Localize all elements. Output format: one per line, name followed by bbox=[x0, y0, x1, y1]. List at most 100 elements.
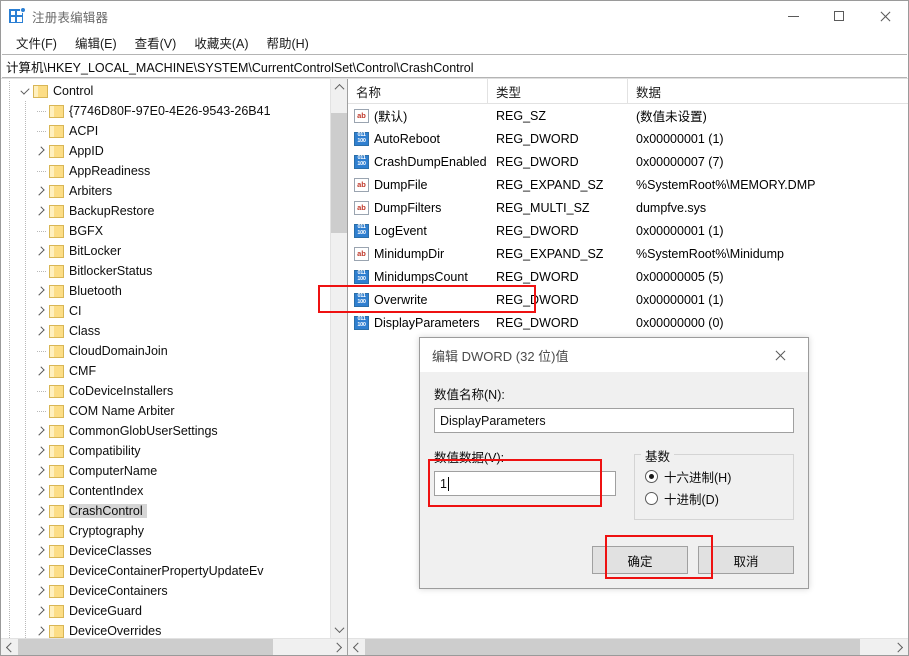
address-path[interactable]: 计算机\HKEY_LOCAL_MACHINE\SYSTEM\CurrentCon… bbox=[2, 57, 474, 76]
table-row[interactable]: abDumpFiltersREG_MULTI_SZdumpfve.sys bbox=[348, 196, 908, 219]
chevron-right-icon[interactable] bbox=[33, 441, 49, 461]
table-row[interactable]: abDumpFileREG_EXPAND_SZ%SystemRoot%\MEMO… bbox=[348, 173, 908, 196]
radio-decimal[interactable]: 十进制(D) bbox=[645, 487, 783, 509]
tree-horizontal-scrollbar[interactable] bbox=[1, 638, 347, 655]
tree-scroll-thumb[interactable] bbox=[331, 113, 347, 233]
chevron-right-icon[interactable] bbox=[33, 501, 49, 521]
chevron-right-icon[interactable] bbox=[33, 141, 49, 161]
dialog-close-icon[interactable] bbox=[764, 338, 808, 372]
value-name-cell: 011100AutoReboot bbox=[348, 132, 488, 146]
tree-item-deviceclasses[interactable]: DeviceClasses bbox=[1, 541, 330, 561]
chevron-right-icon[interactable] bbox=[33, 481, 49, 501]
values-scroll-left-button[interactable] bbox=[348, 639, 365, 655]
values-hscroll-thumb[interactable] bbox=[365, 639, 860, 655]
column-header-type[interactable]: 类型 bbox=[488, 79, 628, 103]
tree-item-bitlockerstatus[interactable]: BitlockerStatus bbox=[1, 261, 330, 281]
tree-item-clouddomainjoin[interactable]: CloudDomainJoin bbox=[1, 341, 330, 361]
tree-item-compatibility[interactable]: Compatibility bbox=[1, 441, 330, 461]
tree-indent bbox=[17, 541, 33, 561]
chevron-right-icon[interactable] bbox=[33, 421, 49, 441]
tree-item-arbiters[interactable]: Arbiters bbox=[1, 181, 330, 201]
tree-hscroll-thumb[interactable] bbox=[18, 639, 273, 655]
chevron-right-icon[interactable] bbox=[33, 241, 49, 261]
chevron-right-icon[interactable] bbox=[33, 201, 49, 221]
chevron-right-icon[interactable] bbox=[33, 281, 49, 301]
column-header-name[interactable]: 名称 bbox=[348, 79, 488, 103]
tree-indent bbox=[1, 441, 17, 461]
tree-item-appid[interactable]: AppID bbox=[1, 141, 330, 161]
maximize-button[interactable] bbox=[816, 1, 862, 31]
tree-vertical-scrollbar[interactable] bbox=[330, 79, 347, 638]
table-row[interactable]: 011100AutoRebootREG_DWORD0x00000001 (1) bbox=[348, 127, 908, 150]
chevron-right-icon[interactable] bbox=[33, 601, 49, 621]
chevron-right-icon[interactable] bbox=[33, 361, 49, 381]
values-horizontal-scrollbar[interactable] bbox=[348, 638, 908, 655]
chevron-right-icon[interactable] bbox=[33, 621, 49, 638]
cancel-button[interactable]: 取消 bbox=[698, 546, 794, 574]
tree-scroll-left-button[interactable] bbox=[1, 639, 18, 655]
tree-item-acpi[interactable]: ACPI bbox=[1, 121, 330, 141]
tree-item-bluetooth[interactable]: Bluetooth bbox=[1, 281, 330, 301]
tree-item-control[interactable]: Control bbox=[1, 81, 330, 101]
chevron-right-icon[interactable] bbox=[33, 181, 49, 201]
tree-item-devicecontainers[interactable]: DeviceContainers bbox=[1, 581, 330, 601]
tree-item-cmf[interactable]: CMF bbox=[1, 361, 330, 381]
table-row[interactable]: 011100LogEventREG_DWORD0x00000001 (1) bbox=[348, 219, 908, 242]
table-row[interactable]: 011100MinidumpsCountREG_DWORD0x00000005 … bbox=[348, 265, 908, 288]
key-tree[interactable]: Control{7746D80F-97E0-4E26-9543-26B41ACP… bbox=[1, 79, 330, 638]
menu-view[interactable]: 查看(V) bbox=[126, 31, 186, 54]
tree-item-bitlocker[interactable]: BitLocker bbox=[1, 241, 330, 261]
tree-item-com-name-arbiter[interactable]: COM Name Arbiter bbox=[1, 401, 330, 421]
table-row[interactable]: abMinidumpDirREG_EXPAND_SZ%SystemRoot%\M… bbox=[348, 242, 908, 265]
table-row[interactable]: 011100DisplayParametersREG_DWORD0x000000… bbox=[348, 311, 908, 334]
minimize-button[interactable] bbox=[770, 1, 816, 31]
table-row[interactable]: ab(默认)REG_SZ(数值未设置) bbox=[348, 104, 908, 127]
tree-item-cryptography[interactable]: Cryptography bbox=[1, 521, 330, 541]
value-data-input[interactable]: 1 bbox=[434, 471, 616, 496]
tree-item-ci[interactable]: CI bbox=[1, 301, 330, 321]
tree-item-codeviceinstallers[interactable]: CoDeviceInstallers bbox=[1, 381, 330, 401]
tree-indent bbox=[17, 101, 33, 121]
radio-hexadecimal[interactable]: 十六进制(H) bbox=[645, 465, 783, 487]
tree-item-computername[interactable]: ComputerName bbox=[1, 461, 330, 481]
menu-help[interactable]: 帮助(H) bbox=[257, 31, 317, 54]
chevron-right-icon[interactable] bbox=[33, 521, 49, 541]
tree-item-deviceguard[interactable]: DeviceGuard bbox=[1, 601, 330, 621]
column-header-data[interactable]: 数据 bbox=[628, 79, 908, 103]
menu-favorites[interactable]: 收藏夹(A) bbox=[185, 31, 257, 54]
tree-item-class[interactable]: Class bbox=[1, 321, 330, 341]
table-row[interactable]: 011100OverwriteREG_DWORD0x00000001 (1) bbox=[348, 288, 908, 311]
tree-item-contentindex[interactable]: ContentIndex bbox=[1, 481, 330, 501]
chevron-right-icon[interactable] bbox=[33, 561, 49, 581]
tree-item-appreadiness[interactable]: AppReadiness bbox=[1, 161, 330, 181]
value-name-cell: abDumpFilters bbox=[348, 201, 488, 215]
value-data-cell: 0x00000001 (1) bbox=[628, 132, 908, 146]
table-row[interactable]: 011100CrashDumpEnabledREG_DWORD0x0000000… bbox=[348, 150, 908, 173]
value-name-input[interactable]: DisplayParameters bbox=[434, 408, 794, 433]
tree-item-commonglobusersettings[interactable]: CommonGlobUserSettings bbox=[1, 421, 330, 441]
tree-item-crashcontrol[interactable]: CrashControl bbox=[1, 501, 330, 521]
close-button[interactable] bbox=[862, 1, 908, 31]
chevron-right-icon[interactable] bbox=[33, 461, 49, 481]
values-scroll-right-button[interactable] bbox=[891, 639, 908, 655]
tree-item-deviceoverrides[interactable]: DeviceOverrides bbox=[1, 621, 330, 638]
tree-item-devicecontainerpropertyupdateev[interactable]: DeviceContainerPropertyUpdateEv bbox=[1, 561, 330, 581]
tree-item-7746d80f-97e0-4e26-9543-26b41[interactable]: {7746D80F-97E0-4E26-9543-26B41 bbox=[1, 101, 330, 121]
dword-value-icon: 011100 bbox=[354, 293, 369, 307]
tree-item-bgfx[interactable]: BGFX bbox=[1, 221, 330, 241]
tree-scroll-down-button[interactable] bbox=[331, 621, 347, 638]
chevron-right-icon[interactable] bbox=[33, 301, 49, 321]
chevron-right-icon[interactable] bbox=[33, 581, 49, 601]
chevron-right-icon[interactable] bbox=[33, 541, 49, 561]
tree-scroll-right-button[interactable] bbox=[330, 639, 347, 655]
menu-file[interactable]: 文件(F) bbox=[7, 31, 66, 54]
chevron-right-icon[interactable] bbox=[33, 321, 49, 341]
menu-edit[interactable]: 编辑(E) bbox=[66, 31, 126, 54]
address-bar[interactable]: 计算机\HKEY_LOCAL_MACHINE\SYSTEM\CurrentCon… bbox=[2, 54, 907, 78]
chevron-down-icon[interactable] bbox=[17, 81, 33, 101]
tree-item-label: BGFX bbox=[69, 224, 107, 238]
value-name-text: DumpFilters bbox=[374, 201, 441, 215]
tree-scroll-up-button[interactable] bbox=[331, 79, 347, 96]
ok-button[interactable]: 确定 bbox=[592, 546, 688, 574]
tree-item-backuprestore[interactable]: BackupRestore bbox=[1, 201, 330, 221]
